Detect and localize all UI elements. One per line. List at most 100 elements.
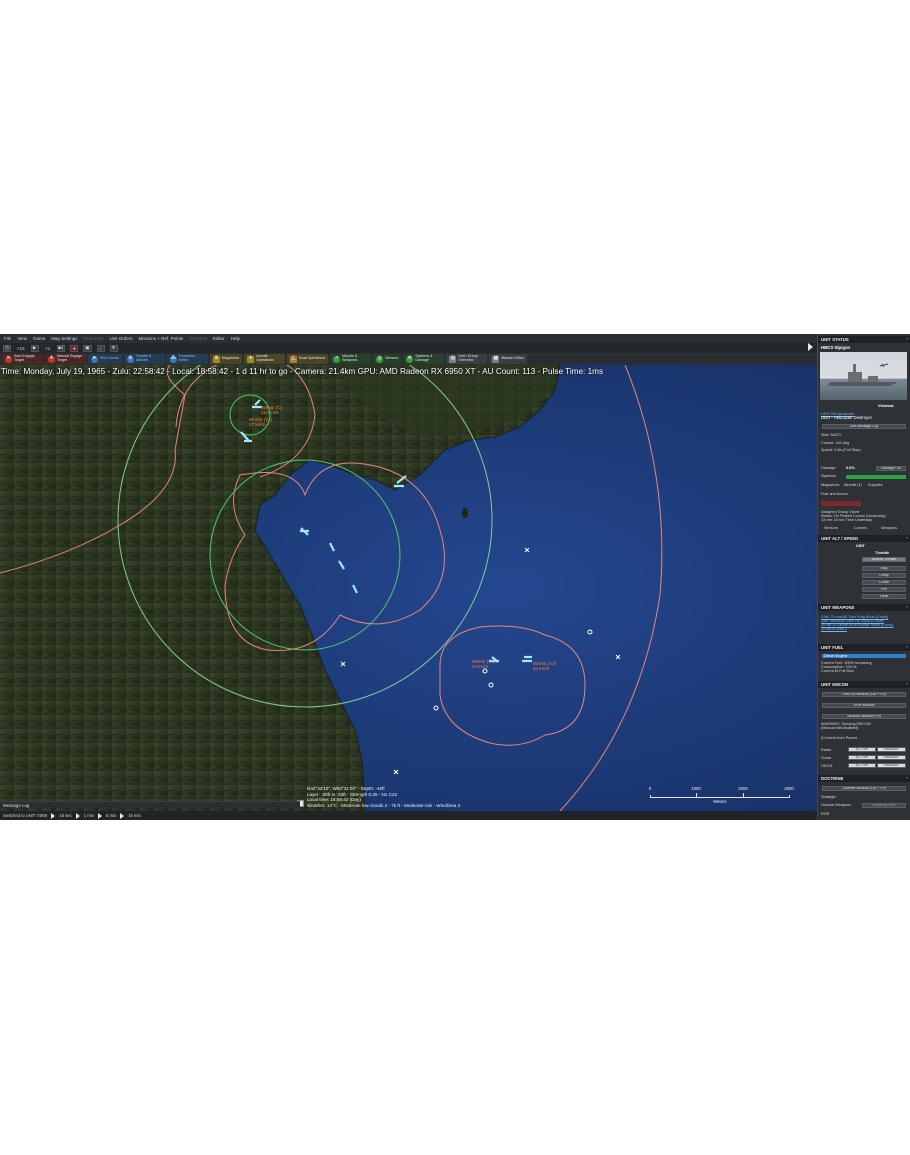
throttle-cruise-button[interactable]: Cruise bbox=[862, 580, 906, 585]
doctrine-window-button[interactable]: Doctrine Window (Ctrl + F9) bbox=[822, 786, 906, 791]
emcon-header[interactable]: UNIT EMCON bbox=[818, 681, 910, 688]
menu-map-settings[interactable]: Map Settings bbox=[51, 336, 77, 341]
course-icon: ➤ bbox=[91, 355, 98, 363]
toolbar-button-label: Mission Editor bbox=[501, 356, 524, 361]
toolbar-button-6[interactable]: ✈ Aircraft Operations bbox=[244, 354, 286, 364]
unit-photo bbox=[820, 352, 907, 400]
manual-throttle-button[interactable]: Manual Throttle bbox=[862, 557, 906, 562]
throttle-full-button[interactable]: Full bbox=[862, 587, 906, 592]
tab-comms[interactable]: Comms bbox=[854, 526, 867, 530]
menu-game[interactable]: Game bbox=[33, 336, 45, 341]
step-1min[interactable]: 1 min bbox=[84, 813, 94, 818]
doctrine-roe: ROE bbox=[821, 812, 830, 816]
unit-course: Course: 140 deg bbox=[821, 441, 850, 445]
inherit-checkbox[interactable]: ☑ Inherit from Parent bbox=[821, 736, 857, 740]
tab-weapons[interactable]: Weapons bbox=[881, 526, 897, 530]
emcon-window-button[interactable]: EMCON Window (Ctrl + F9) bbox=[822, 692, 906, 697]
tab-sensors[interactable]: Sensors bbox=[824, 526, 838, 530]
fuel-ammo-dropdown[interactable]: Fuel and Ammo bbox=[821, 492, 848, 496]
radar-passive-button[interactable]: PASSIVE bbox=[877, 747, 906, 752]
clock-icon[interactable]: ◷ bbox=[3, 344, 11, 352]
throttle-stop-button[interactable]: Stop bbox=[862, 566, 906, 571]
doctrine-header[interactable]: DOCTRINE bbox=[818, 775, 910, 782]
play-icon[interactable] bbox=[120, 812, 125, 819]
aircraft-label[interactable]: Aircraft (1) bbox=[844, 483, 862, 487]
alt-speed-header[interactable]: UNIT ALT / SPEED bbox=[818, 535, 910, 542]
toolbar-button-label: Sensors bbox=[385, 356, 399, 361]
toolbar-button-12[interactable]: ▦ Mission Editor bbox=[489, 354, 527, 364]
radar-active-button[interactable]: ACTIVE bbox=[848, 747, 876, 752]
throttle-flank-button[interactable]: Flank bbox=[862, 594, 906, 599]
gear-icon[interactable]: ✲ bbox=[109, 344, 118, 352]
toolbar-button-4[interactable]: ⁂ Formation Editor bbox=[166, 354, 208, 364]
menu-scenarios: Scenarios bbox=[83, 336, 104, 341]
fuel-header[interactable]: UNIT FUEL bbox=[818, 644, 910, 651]
tactical-map[interactable]: WAKE (C) 15.5 m/s WAKE (V1) 27 kn/m WAKE… bbox=[0, 365, 817, 811]
nuclear-weapons-select[interactable]: Weapons Free bbox=[862, 803, 906, 808]
camera-icon[interactable]: ▣ bbox=[83, 344, 92, 352]
weapon-item-4[interactable]: 1x Mk44 Mod 1 bbox=[821, 627, 847, 631]
ruler-icon[interactable]: ∕ bbox=[96, 344, 105, 352]
mission-editor-icon: ▦ bbox=[492, 355, 500, 363]
toolbar-button-10[interactable]: ✲ Systems & Damage bbox=[403, 354, 445, 364]
scale-tick-3: 3000 bbox=[784, 786, 794, 791]
message-log-tab[interactable]: Message Log bbox=[0, 801, 300, 808]
doctrine-nuclear-label: Nuclear Weapons bbox=[821, 803, 852, 807]
play-icon[interactable] bbox=[75, 812, 80, 819]
menu-bar: File View Game Map Settings Scenarios Un… bbox=[0, 334, 817, 343]
sonar-passive-button[interactable]: PASSIVE bbox=[877, 755, 906, 760]
menu-view[interactable]: View bbox=[17, 336, 27, 341]
toolbar-button-9[interactable]: ◎ Sensors bbox=[373, 354, 402, 364]
step-5min[interactable]: 5 min bbox=[106, 813, 116, 818]
toolbar-button-7[interactable]: ⛵ Boat Operations bbox=[287, 354, 329, 364]
time-controls: ◷ × 15 ▶ × 1 ▶| ● ▣ ∕ ✲ bbox=[0, 343, 817, 353]
toolbar-button-0[interactable]: ✕ Auto Engage Target bbox=[2, 354, 43, 364]
panel-collapse-icon[interactable] bbox=[808, 343, 813, 351]
oecm-passive-button[interactable]: PASSIVE bbox=[877, 763, 906, 768]
unit-type: DDH - Helicopter Destroyer bbox=[821, 415, 872, 420]
map-scale-bar: 0 1000 2000 3000 Meters bbox=[649, 786, 794, 808]
cursor-info: N44°32'10", W63°31'03" - Depth: -46ft La… bbox=[307, 786, 460, 808]
menu-editor[interactable]: Editor bbox=[213, 336, 225, 341]
play-icon[interactable]: ▶ bbox=[30, 344, 39, 352]
oecm-active-button[interactable]: ACTIVE bbox=[848, 763, 876, 768]
emcon-warning-sub: (Manual edit disabled) bbox=[821, 726, 859, 730]
rfm-window-button[interactable]: RFM Window bbox=[822, 703, 906, 708]
toolbar-button-5[interactable]: Ⅲ Magazines bbox=[209, 354, 243, 364]
record-icon[interactable]: ● bbox=[70, 344, 79, 352]
ship-photo-icon bbox=[828, 363, 898, 386]
step-icon[interactable]: ▶| bbox=[56, 344, 66, 352]
toolbar-button-label: Auto Engage Target bbox=[14, 354, 35, 362]
toolbar-button-label: Systems & Damage bbox=[415, 354, 433, 362]
toolbar-button-1[interactable]: ✛ Manual Engage Target bbox=[45, 354, 86, 364]
magazines-label: Magazines bbox=[821, 483, 840, 487]
missile-icon: ↗ bbox=[333, 355, 341, 363]
toolbar-button-8[interactable]: ↗ Mounts & Weapons bbox=[330, 354, 372, 364]
fuel-selected-item[interactable]: Diesel Engine bbox=[822, 654, 906, 659]
toolbar-button-label: Manual Engage Target bbox=[57, 354, 83, 362]
time-compression: × 15 bbox=[17, 345, 25, 351]
toolbar-button-3[interactable]: ⚙ Throttle & Altitude bbox=[123, 354, 165, 364]
menu-file[interactable]: File bbox=[4, 336, 11, 341]
unit-name: HMCS Nipigon bbox=[821, 345, 851, 350]
throttle-creep-button[interactable]: Creep bbox=[862, 573, 906, 578]
menu-missions[interactable]: Missions + Ref. Points bbox=[139, 336, 184, 341]
damage-control-button[interactable]: Damage Ctrl bbox=[876, 466, 906, 471]
map-canvas[interactable]: WAKE (C) 15.5 m/s WAKE (V1) 27 kn/m WAKE… bbox=[0, 365, 817, 811]
weapons-header[interactable]: UNIT WEAPONS bbox=[818, 604, 910, 611]
sensors-window-button[interactable]: Sensors Window (F9) bbox=[822, 714, 906, 719]
play-icon[interactable] bbox=[51, 812, 56, 819]
step-15sec[interactable]: 15 sec bbox=[59, 813, 71, 818]
unit-speed: Speed: 0 kts (Full Stop) bbox=[821, 448, 861, 452]
menu-help[interactable]: Help bbox=[231, 336, 240, 341]
play-icon[interactable] bbox=[97, 812, 102, 819]
step-15min[interactable]: 15 min bbox=[128, 813, 141, 818]
unit-message-log-button[interactable]: Unit Message Log bbox=[822, 424, 906, 429]
sonar-active-button[interactable]: ACTIVE bbox=[848, 755, 876, 760]
boat-icon: ⛵ bbox=[290, 355, 298, 363]
toolbar-button-11[interactable]: ▤ Unit / Group Overview bbox=[446, 354, 488, 364]
scale-tick-mark bbox=[696, 793, 697, 798]
toolbar-button-2[interactable]: ➤ Plot Course bbox=[88, 354, 122, 364]
unit-status-header[interactable]: UNIT STATUS bbox=[818, 336, 910, 343]
menu-unit-orders[interactable]: Unit Orders bbox=[110, 336, 133, 341]
